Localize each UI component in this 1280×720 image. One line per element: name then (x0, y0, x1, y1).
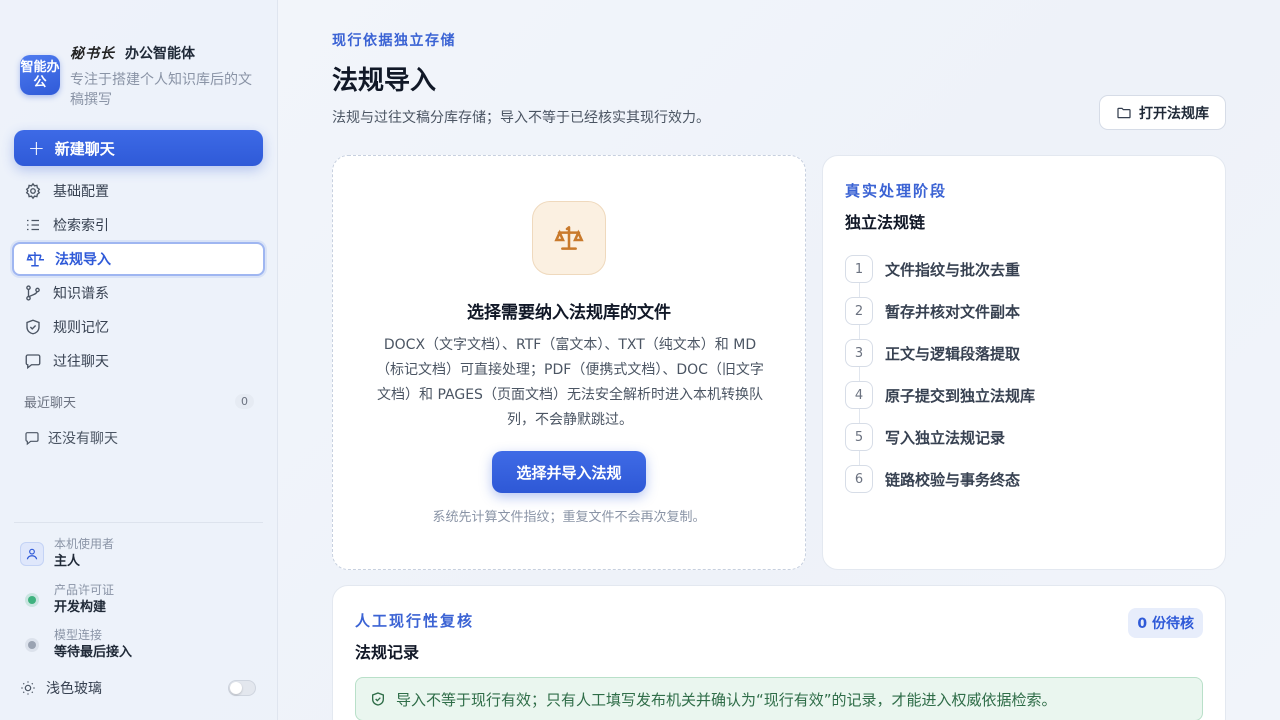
model-status-dot (28, 641, 36, 649)
sidebar-item-search-index[interactable]: 检索索引 (12, 208, 265, 242)
sidebar-item-label: 基础配置 (53, 184, 109, 200)
stage-item: 1 文件指纹与批次去重 (845, 248, 1205, 290)
branch-icon (26, 285, 40, 301)
stage-label: 暂存并核对文件副本 (885, 302, 1021, 321)
scale-icon (554, 226, 584, 250)
review-title: 法规记录 (355, 643, 420, 662)
upload-dropzone[interactable]: 选择需要纳入法规库的文件 DOCX（文字文档）、RTF（富文本）、TXT（纯文本… (332, 155, 806, 570)
scale-icon-badge (532, 201, 606, 275)
sun-icon (21, 681, 35, 695)
processing-stages-card: 真实处理阶段 独立法规链 1 文件指纹与批次去重 2 暂存并核对文件副本 3 正文与逻… (822, 155, 1226, 570)
sidebar: 智能办公 秘书长 办公智能体 专注于搭建个人知识库后的文稿撰写 + 新建聊天 基… (0, 0, 278, 720)
gear-icon (25, 182, 41, 200)
open-library-button[interactable]: 打开法规库 (1099, 95, 1226, 130)
user-value: 主人 (54, 554, 81, 569)
select-import-button[interactable]: 选择并导入法规 (492, 451, 646, 493)
theme-label: 浅色玻璃 (46, 681, 102, 697)
sidebar-item-regulation-import[interactable]: 法规导入 (12, 242, 265, 276)
brand-title: 办公智能体 (125, 46, 195, 62)
stage-number: 3 (845, 339, 873, 367)
recent-chats-label: 最近聊天 (24, 396, 77, 411)
stage-label: 写入独立法规记录 (885, 428, 1006, 447)
page-eyebrow: 现行依据独立存储 (332, 33, 456, 49)
stage-item: 6 链路校验与事务终态 (845, 458, 1205, 500)
stage-label: 文件指纹与批次去重 (885, 260, 1021, 279)
validity-notice: 导入不等于现行有效；只有人工填写发布机关并确认为“现行有效”的记录，才能进入权威… (355, 677, 1203, 720)
stage-number: 1 (845, 255, 873, 283)
sidebar-item-rule-memory[interactable]: 规则记忆 (12, 310, 265, 344)
sidebar-item-label: 检索索引 (53, 218, 109, 234)
brand: 智能办公 秘书长 办公智能体 专注于搭建个人知识库后的文稿撰写 (20, 40, 260, 110)
model-info: 模型连接 等待最后接入 (20, 627, 132, 663)
stage-label: 原子提交到独立法规库 (885, 386, 1036, 405)
list-icon (27, 219, 39, 231)
shield-check-icon (372, 692, 384, 706)
stage-label: 正文与逻辑段落提取 (885, 344, 1021, 363)
theme-toggle[interactable] (228, 680, 256, 696)
chat-icon (25, 432, 39, 446)
stage-number: 5 (845, 423, 873, 451)
sidebar-item-past-chats[interactable]: 过往聊天 (12, 344, 265, 378)
review-eyebrow: 人工现行性复核 (355, 612, 475, 630)
sidebar-item-label: 规则记忆 (53, 320, 109, 336)
pending-count-badge: 0 份待核 (1128, 608, 1203, 638)
stage-item: 4 原子提交到独立法规库 (845, 374, 1205, 416)
manual-review-card: 人工现行性复核 法规记录 0 份待核 导入不等于现行有效；只有人工填写发布机关并… (332, 585, 1226, 720)
stages-eyebrow: 真实处理阶段 (845, 182, 948, 200)
stages-title: 独立法规链 (845, 213, 926, 232)
recent-chats-empty-label: 还没有聊天 (48, 431, 118, 447)
sidebar-nav: 基础配置 检索索引 法规导入 知识谱系 规则记忆 过往聊天 (12, 174, 265, 378)
new-chat-button[interactable]: + 新建聊天 (14, 130, 263, 166)
avatar (20, 542, 44, 566)
user-label: 本机使用者 (54, 537, 115, 551)
sidebar-item-knowledge-graph[interactable]: 知识谱系 (12, 276, 265, 310)
sidebar-divider (14, 522, 263, 523)
stage-item: 5 写入独立法规记录 (845, 416, 1205, 458)
sidebar-item-label: 法规导入 (55, 252, 111, 268)
recent-chats-count: 0 (235, 394, 254, 409)
upload-description: DOCX（文字文档）、RTF（富文本）、TXT（纯文本）和 MD（标记文档）可直… (376, 337, 764, 428)
theme-row: 浅色玻璃 (20, 678, 256, 698)
upload-title: 选择需要纳入法规库的文件 (467, 303, 671, 323)
upload-hint: 系统先计算文件指纹；重复文件不会再次复制。 (432, 510, 706, 525)
stage-number: 4 (845, 381, 873, 409)
page-title: 法规导入 (332, 66, 437, 96)
folder-icon (1117, 107, 1131, 118)
sidebar-item-basic-config[interactable]: 基础配置 (12, 174, 265, 208)
recent-chats-empty: 还没有聊天 (24, 428, 118, 448)
open-library-label: 打开法规库 (1139, 105, 1209, 122)
recent-chats-header: 最近聊天 0 (24, 392, 254, 411)
brand-signature: 秘书长 (70, 46, 115, 62)
new-chat-label: 新建聊天 (54, 139, 115, 158)
user-info[interactable]: 本机使用者 主人 (20, 536, 114, 572)
stage-label: 链路校验与事务终态 (885, 470, 1021, 489)
stage-item: 3 正文与逻辑段落提取 (845, 332, 1205, 374)
plus-icon: + (28, 136, 45, 160)
user-icon (26, 548, 38, 560)
model-label: 模型连接 (54, 628, 103, 642)
model-value: 等待最后接入 (54, 645, 133, 660)
scale-icon (26, 251, 44, 267)
sidebar-item-label: 过往聊天 (53, 354, 109, 370)
brand-logo: 智能办公 (20, 55, 60, 95)
license-label: 产品许可证 (54, 583, 115, 597)
stage-item: 2 暂存并核对文件副本 (845, 290, 1205, 332)
stage-number: 2 (845, 297, 873, 325)
license-info: 产品许可证 开发构建 (20, 582, 114, 618)
stage-list: 1 文件指纹与批次去重 2 暂存并核对文件副本 3 正文与逻辑段落提取 4 原子提交到独… (845, 248, 1205, 500)
chat-icon (25, 354, 41, 370)
page-subtitle: 法规与过往文稿分库存储；导入不等于已经核实其现行效力。 (332, 110, 710, 126)
brand-description: 专注于搭建个人知识库后的文稿撰写 (70, 72, 252, 108)
license-status-dot (28, 596, 36, 604)
sidebar-item-label: 知识谱系 (53, 286, 109, 302)
license-value: 开发构建 (54, 600, 107, 615)
stage-number: 6 (845, 465, 873, 493)
shield-icon (26, 319, 40, 335)
validity-notice-text: 导入不等于现行有效；只有人工填写发布机关并确认为“现行有效”的记录，才能进入权威… (396, 690, 1057, 709)
